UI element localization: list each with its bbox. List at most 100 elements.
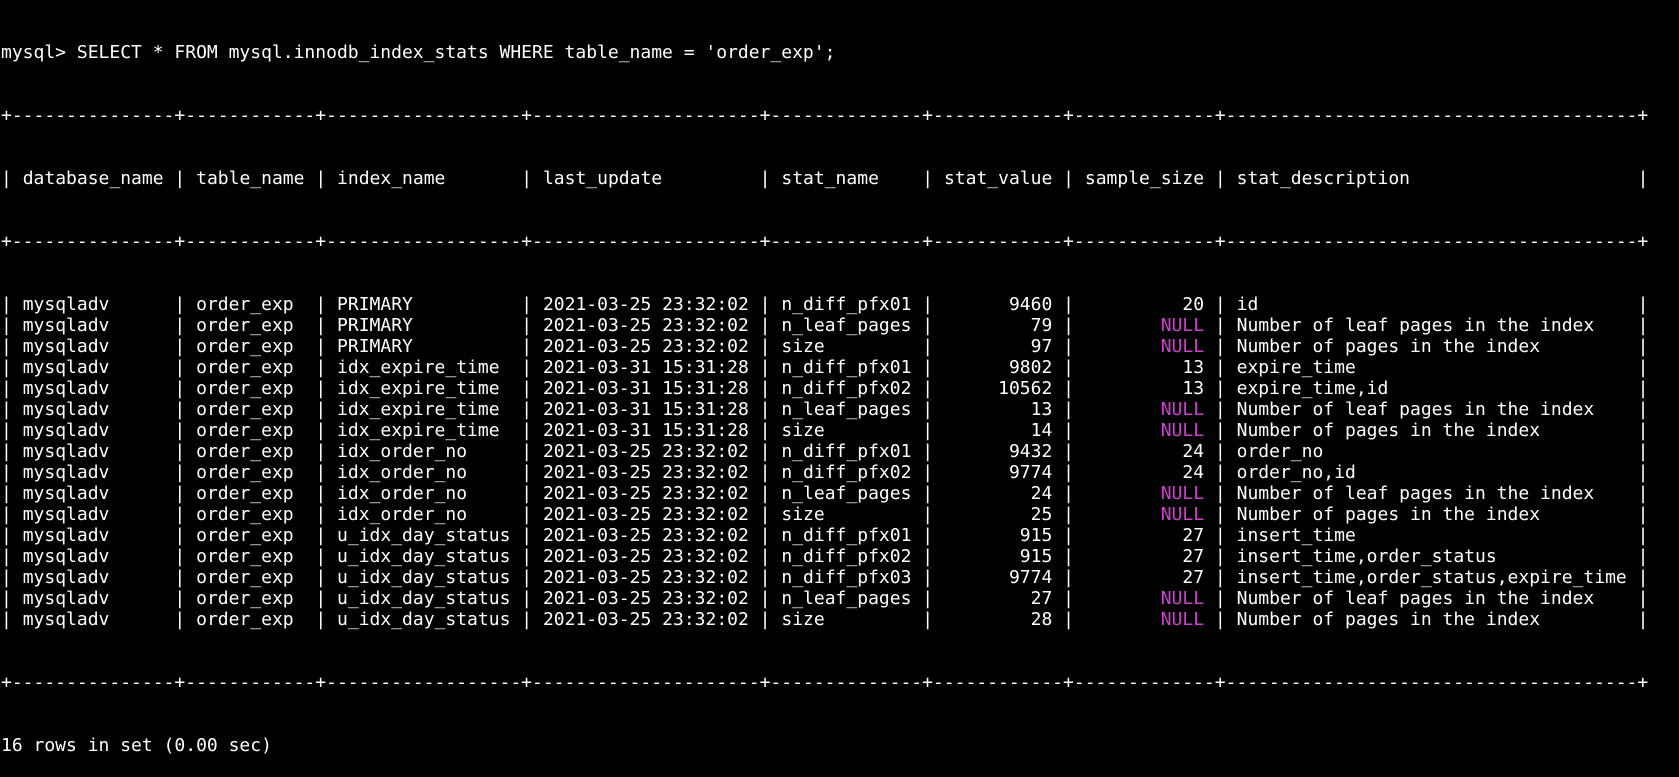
cell-stat-value: 79 <box>943 315 1053 336</box>
cell-stat-name: size <box>781 504 912 525</box>
cell-database-name: mysqladv <box>22 420 164 441</box>
cell-database-name: mysqladv <box>22 609 164 630</box>
cell-database-name: mysqladv <box>22 483 164 504</box>
table-row: | mysqladv | order_exp | PRIMARY | 2021-… <box>1 294 1649 315</box>
cell-stat-value: 9432 <box>943 441 1053 462</box>
cell-table-name: order_exp <box>196 525 305 546</box>
cell-last-update: 2021-03-25 23:32:02 <box>542 336 749 357</box>
cell-stat-description: insert_time,order_status,expire_time <box>1236 567 1627 588</box>
cell-database-name: mysqladv <box>22 315 164 336</box>
cell-stat-description: Number of leaf pages in the index <box>1236 399 1627 420</box>
cell-last-update: 2021-03-25 23:32:02 <box>542 462 749 483</box>
cell-database-name: mysqladv <box>22 588 164 609</box>
cell-index-name: idx_expire_time <box>337 378 511 399</box>
cell-stat-description: Number of pages in the index <box>1236 504 1627 525</box>
cell-stat-value: 14 <box>943 420 1053 441</box>
cell-index-name: u_idx_day_status <box>337 609 511 630</box>
cell-last-update: 2021-03-25 23:32:02 <box>542 525 749 546</box>
cell-table-name: order_exp <box>196 315 305 336</box>
cell-database-name: mysqladv <box>22 378 164 399</box>
cell-sample-size: NULL <box>1084 609 1205 630</box>
table-row: | mysqladv | order_exp | idx_expire_time… <box>1 420 1649 441</box>
cell-stat-description: order_no,id <box>1236 462 1627 483</box>
table-border-bottom: +---------------+------------+----------… <box>1 672 1649 693</box>
table-row: | mysqladv | order_exp | u_idx_day_statu… <box>1 609 1649 630</box>
cell-table-name: order_exp <box>196 357 305 378</box>
cell-stat-description: Number of leaf pages in the index <box>1236 315 1627 336</box>
cell-sample-size: NULL <box>1084 483 1205 504</box>
table-header-row: | database_name | table_name | index_nam… <box>1 168 1649 189</box>
table-row: | mysqladv | order_exp | idx_expire_time… <box>1 357 1649 378</box>
cell-stat-value: 25 <box>943 504 1053 525</box>
cell-stat-description: id <box>1236 294 1627 315</box>
cell-last-update: 2021-03-25 23:32:02 <box>542 546 749 567</box>
cell-stat-name: n_diff_pfx02 <box>781 546 912 567</box>
cell-sample-size: 24 <box>1084 441 1205 462</box>
column-header-stat-value: stat_value <box>943 168 1053 189</box>
cell-table-name: order_exp <box>196 609 305 630</box>
cell-stat-name: n_leaf_pages <box>781 399 912 420</box>
cell-stat-description: expire_time <box>1236 357 1627 378</box>
cell-sample-size: 13 <box>1084 357 1205 378</box>
cell-stat-name: size <box>781 609 912 630</box>
cell-stat-value: 27 <box>943 588 1053 609</box>
cell-stat-name: n_diff_pfx01 <box>781 525 912 546</box>
cell-sample-size: 27 <box>1084 525 1205 546</box>
cell-stat-name: n_diff_pfx02 <box>781 378 912 399</box>
cell-stat-value: 24 <box>943 483 1053 504</box>
cell-index-name: u_idx_day_status <box>337 588 511 609</box>
cell-table-name: order_exp <box>196 420 305 441</box>
cell-table-name: order_exp <box>196 588 305 609</box>
cell-stat-value: 9460 <box>943 294 1053 315</box>
cell-sample-size: 13 <box>1084 378 1205 399</box>
cell-last-update: 2021-03-31 15:31:28 <box>542 378 749 399</box>
cell-stat-description: Number of leaf pages in the index <box>1236 483 1627 504</box>
column-header-sample-size: sample_size <box>1084 168 1205 189</box>
cell-table-name: order_exp <box>196 294 305 315</box>
cell-last-update: 2021-03-25 23:32:02 <box>542 609 749 630</box>
cell-stat-description: insert_time,order_status <box>1236 546 1627 567</box>
cell-database-name: mysqladv <box>22 546 164 567</box>
table-row: | mysqladv | order_exp | u_idx_day_statu… <box>1 546 1649 567</box>
cell-index-name: idx_expire_time <box>337 399 511 420</box>
cell-last-update: 2021-03-25 23:32:02 <box>542 504 749 525</box>
cell-sample-size: NULL <box>1084 504 1205 525</box>
cell-sample-size: NULL <box>1084 399 1205 420</box>
table-row: | mysqladv | order_exp | idx_expire_time… <box>1 378 1649 399</box>
prompt-text: mysql> <box>1 42 77 63</box>
cell-stat-description: Number of pages in the index <box>1236 336 1627 357</box>
table-row: | mysqladv | order_exp | u_idx_day_statu… <box>1 525 1649 546</box>
table-row: | mysqladv | order_exp | idx_order_no | … <box>1 483 1649 504</box>
cell-last-update: 2021-03-25 23:32:02 <box>542 567 749 588</box>
terminal-window[interactable]: mysql> SELECT * FROM mysql.innodb_index_… <box>0 0 1679 756</box>
column-header-database-name: database_name <box>22 168 164 189</box>
cell-last-update: 2021-03-25 23:32:02 <box>542 588 749 609</box>
cell-stat-description: expire_time,id <box>1236 378 1627 399</box>
cell-stat-name: n_diff_pfx03 <box>781 567 912 588</box>
cell-stat-description: insert_time <box>1236 525 1627 546</box>
cell-table-name: order_exp <box>196 483 305 504</box>
cell-stat-name: n_diff_pfx01 <box>781 357 912 378</box>
cell-sample-size: 24 <box>1084 462 1205 483</box>
column-header-stat-name: stat_name <box>781 168 912 189</box>
table-border-top: +---------------+------------+----------… <box>1 105 1649 126</box>
table-row: | mysqladv | order_exp | idx_expire_time… <box>1 399 1649 420</box>
cell-stat-name: size <box>781 336 912 357</box>
cell-stat-description: Number of pages in the index <box>1236 420 1627 441</box>
cell-database-name: mysqladv <box>22 567 164 588</box>
cell-stat-name: n_diff_pfx01 <box>781 441 912 462</box>
cell-index-name: idx_expire_time <box>337 357 511 378</box>
cell-stat-name: size <box>781 420 912 441</box>
table-row: | mysqladv | order_exp | PRIMARY | 2021-… <box>1 315 1649 336</box>
cell-stat-description: Number of leaf pages in the index <box>1236 588 1627 609</box>
cell-stat-name: n_leaf_pages <box>781 315 912 336</box>
sql-command-text: SELECT * FROM mysql.innodb_index_stats W… <box>76 42 836 63</box>
column-header-stat-description: stat_description <box>1236 168 1627 189</box>
command-line: mysql> SELECT * FROM mysql.innodb_index_… <box>1 42 1679 63</box>
cell-index-name: idx_order_no <box>337 504 511 525</box>
cell-stat-name: n_leaf_pages <box>781 588 912 609</box>
cell-database-name: mysqladv <box>22 294 164 315</box>
cell-table-name: order_exp <box>196 567 305 588</box>
cell-stat-value: 915 <box>943 525 1053 546</box>
cell-stat-name: n_leaf_pages <box>781 483 912 504</box>
